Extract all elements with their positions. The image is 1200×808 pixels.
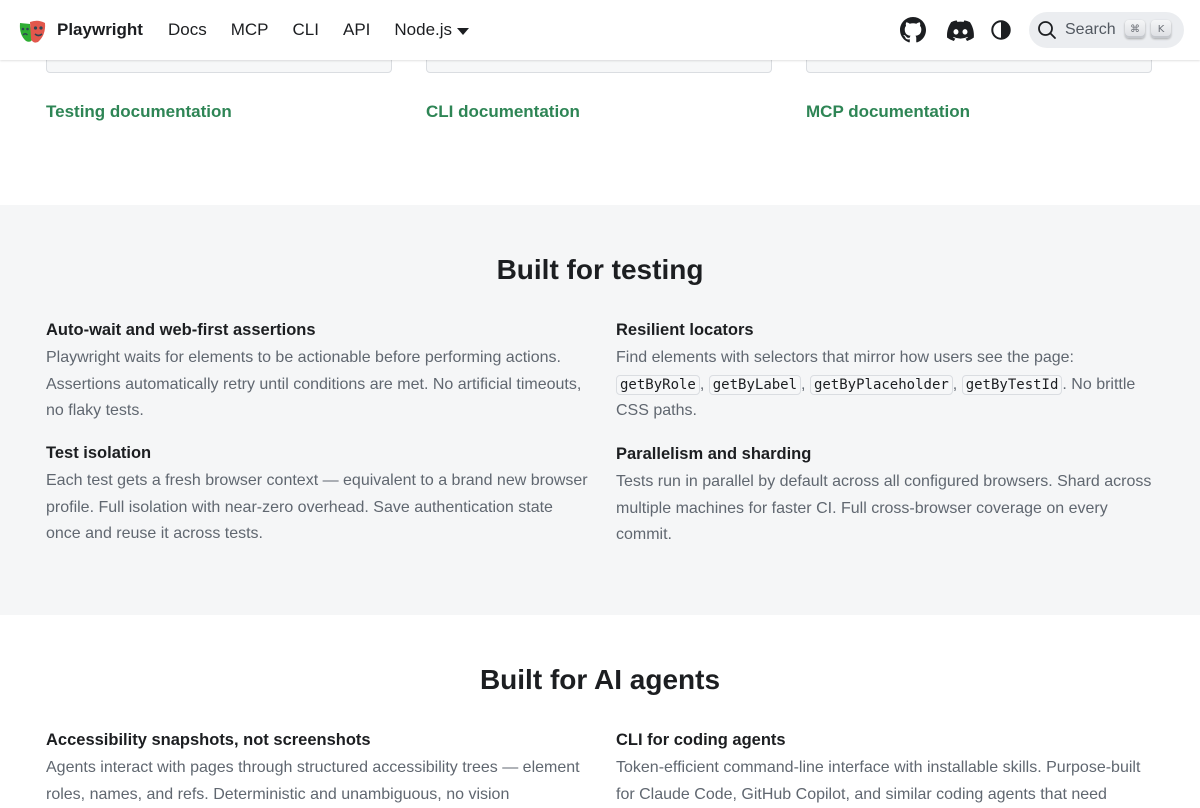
nav-links: Docs MCP CLI API Node.js (156, 0, 481, 60)
testing-section: Built for testing Auto-wait and web-firs… (0, 205, 1200, 615)
nav-link-mcp[interactable]: MCP (219, 20, 281, 40)
caret-down-icon (457, 27, 470, 35)
code-get-by-label: getByLabel (708, 374, 802, 395)
code-get-by-test-id: getByTestId (961, 374, 1063, 395)
section-title: Built for AI agents (479, 664, 721, 695)
nav-link-api[interactable]: API (331, 20, 382, 40)
feature-accessibility-snapshots: Accessibility snapshots, not screenshots… (46, 728, 591, 808)
code-get-by-placeholder: getByPlaceholder (809, 374, 953, 395)
discord-icon[interactable] (946, 16, 974, 44)
github-icon[interactable] (899, 16, 927, 44)
search-key-cmd: ⌘ (1125, 20, 1145, 38)
feature-cli-for-agents: CLI for coding agents Token-efficient co… (616, 728, 1161, 808)
feature-text: Each test gets a fresh browser context —… (46, 472, 588, 543)
feature-text: Agents interact with pages through struc… (46, 759, 580, 803)
mcp-docs-link[interactable]: MCP documentation (806, 102, 970, 122)
feature-auto-wait: Auto-wait and web-first assertions Playw… (46, 318, 591, 425)
nav-link-cli[interactable]: CLI (281, 20, 331, 40)
language-dropdown[interactable]: Node.js (382, 20, 481, 40)
search-key-k: K (1151, 20, 1171, 38)
language-dropdown-label: Node.js (394, 20, 453, 39)
code-get-by-role: getByRole (616, 374, 700, 395)
feature-parallelism: Parallelism and sharding Tests run in pa… (616, 442, 1161, 549)
search-placeholder: Search (1065, 21, 1116, 38)
feature-text-intro: Find elements with selectors that mirror… (616, 349, 1074, 366)
feature-title: Parallelism and sharding (616, 445, 812, 463)
brand-title: Playwright (57, 20, 143, 39)
feature-title: Auto-wait and web-first assertions (46, 321, 316, 339)
brand-link[interactable]: Playwright (18, 15, 143, 45)
nav-link-docs[interactable]: Docs (156, 20, 219, 40)
search-icon (1038, 21, 1056, 39)
playwright-logo-icon (19, 20, 46, 43)
feature-title: Accessibility snapshots, not screenshots (46, 731, 371, 749)
feature-text: Tests run in parallel by default across … (616, 473, 1152, 544)
feature-text: Token-efficient command-line interface w… (616, 759, 1141, 803)
feature-resilient-locators: Resilient locators Find elements with se… (616, 318, 1161, 425)
navbar: Playwright Docs MCP CLI API Node.js Sear… (0, 0, 1200, 60)
feature-title: CLI for coding agents (616, 731, 786, 749)
feature-test-isolation: Test isolation Each test gets a fresh br… (46, 441, 591, 548)
feature-title: Resilient locators (616, 321, 754, 339)
feature-text: Playwright waits for elements to be acti… (46, 349, 582, 420)
search-button[interactable]: Search ⌘ K (1029, 12, 1184, 48)
feature-text: Find elements with selectors that mirror… (616, 349, 1136, 420)
theme-toggle-icon[interactable] (987, 16, 1015, 44)
feature-title: Test isolation (46, 444, 152, 462)
testing-docs-link[interactable]: Testing documentation (46, 102, 232, 122)
cli-docs-link[interactable]: CLI documentation (426, 102, 580, 122)
section-title: Built for testing (496, 254, 704, 285)
